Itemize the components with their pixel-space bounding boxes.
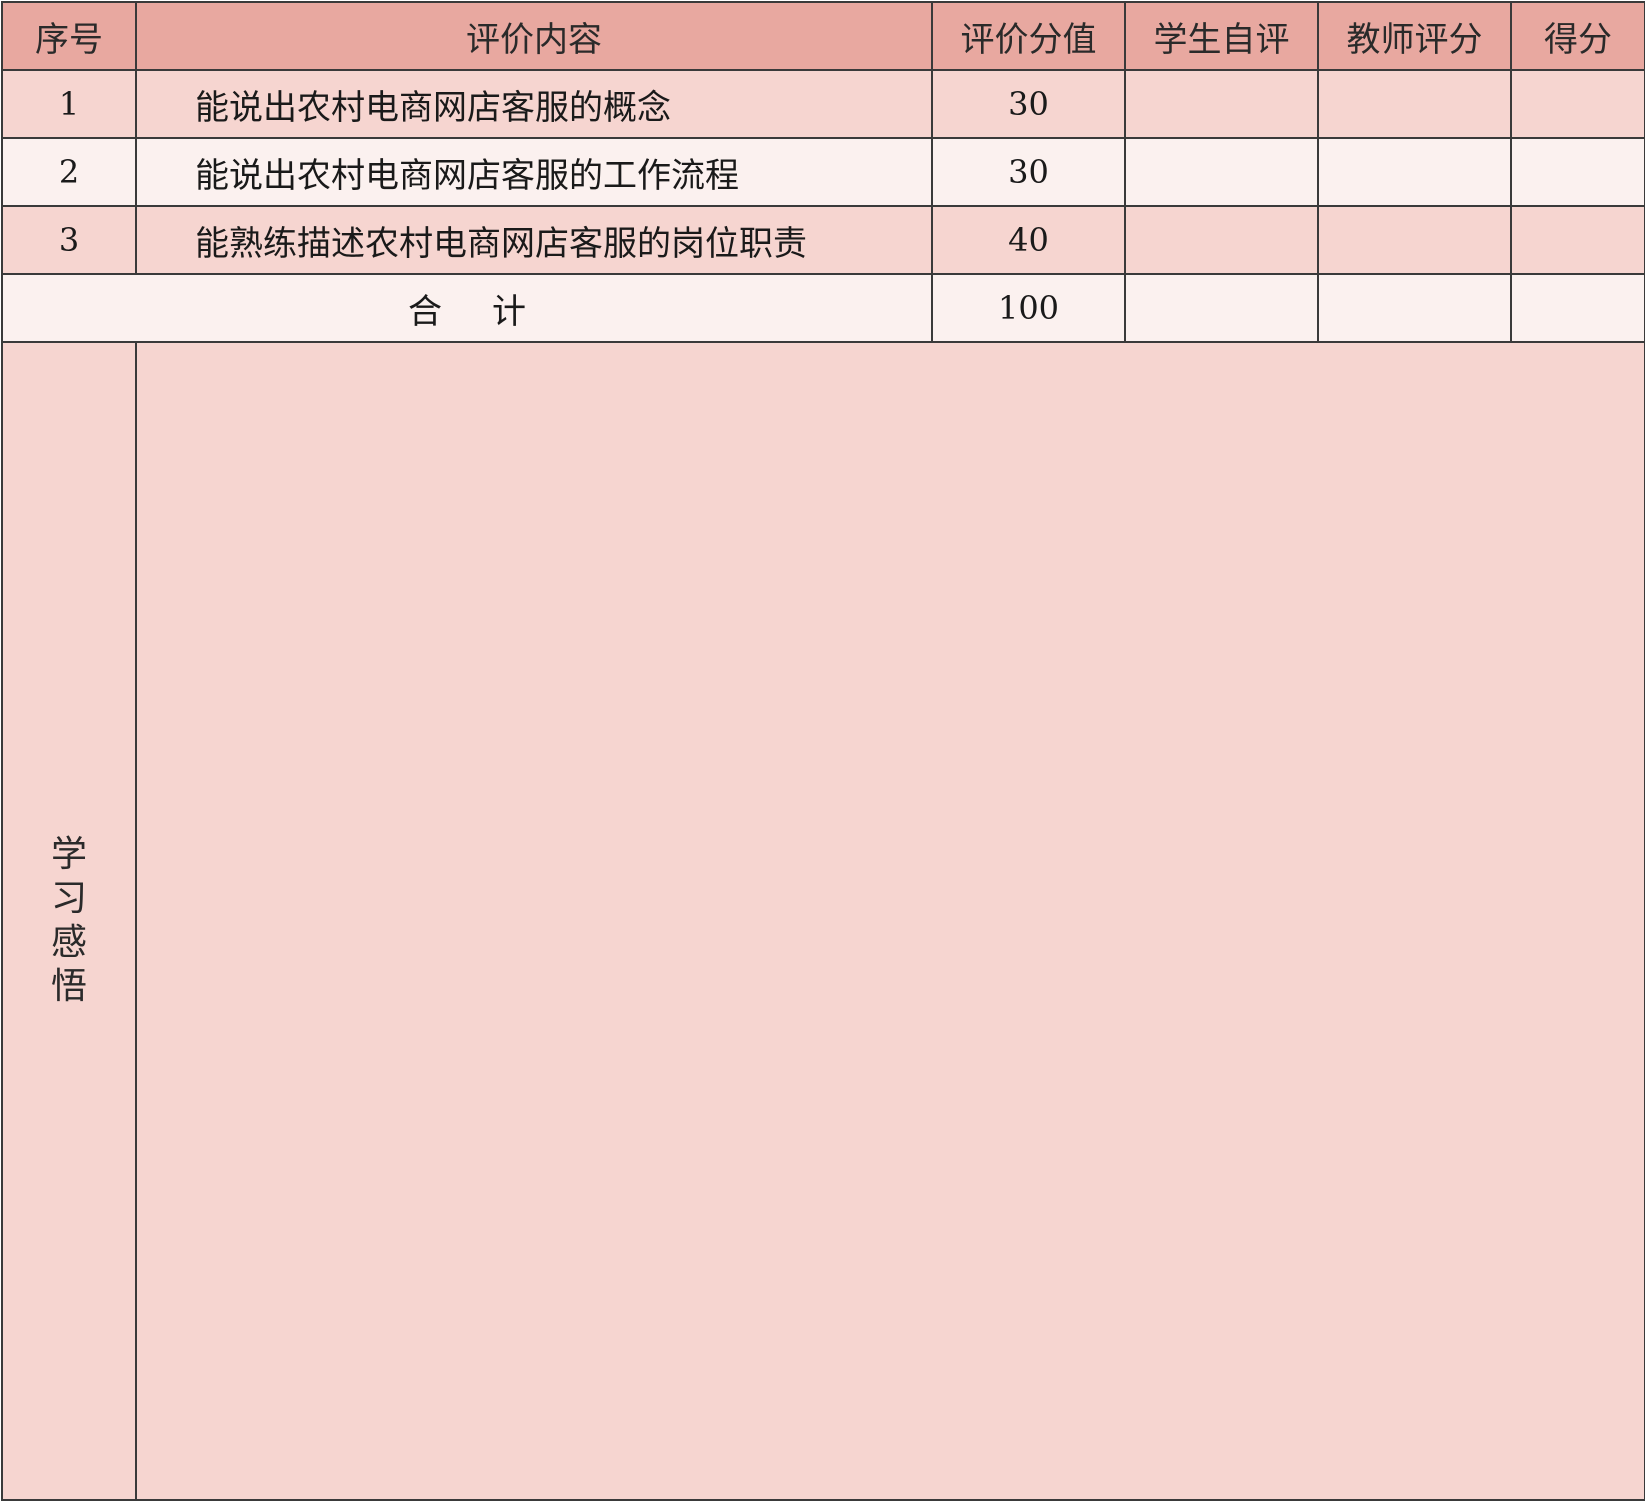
row-self-eval-cell[interactable] [1124,137,1319,207]
row-final-score-cell[interactable] [1510,69,1645,139]
reflection-label: 学习感悟 [1,341,137,1501]
row-content: 能说出农村电商网店客服的概念 [135,69,933,139]
row-index: 1 [1,69,137,139]
reflection-content-area[interactable] [135,341,1645,1501]
row-self-eval-cell[interactable] [1124,69,1319,139]
header-score: 评价分值 [931,1,1126,71]
table-row: 2 能说出农村电商网店客服的工作流程 30 [1,137,1645,207]
row-self-eval-cell[interactable] [1124,205,1319,275]
row-final-score-cell[interactable] [1510,205,1645,275]
row-teacher-eval-cell[interactable] [1317,69,1512,139]
row-final-score-cell[interactable] [1510,137,1645,207]
total-label: 合计 [1,273,933,343]
evaluation-table: 序号 评价内容 评价分值 学生自评 教师评分 得分 1 能说出农村电商网店客服的… [1,1,1645,1501]
table-row: 1 能说出农村电商网店客服的概念 30 [1,69,1645,139]
row-index: 2 [1,137,137,207]
total-label-left: 合 [408,291,442,332]
row-content: 能说出农村电商网店客服的工作流程 [135,137,933,207]
header-self-eval: 学生自评 [1124,1,1319,71]
header-index: 序号 [1,1,137,71]
table-row: 3 能熟练描述农村电商网店客服的岗位职责 40 [1,205,1645,275]
total-score: 100 [931,273,1126,343]
header-final-score: 得分 [1510,1,1645,71]
row-content: 能熟练描述农村电商网店客服的岗位职责 [135,205,933,275]
row-teacher-eval-cell[interactable] [1317,137,1512,207]
total-label-right: 计 [492,291,526,332]
table-header-row: 序号 评价内容 评价分值 学生自评 教师评分 得分 [1,1,1645,71]
total-self-eval-cell[interactable] [1124,273,1319,343]
row-index: 3 [1,205,137,275]
row-teacher-eval-cell[interactable] [1317,205,1512,275]
row-score: 30 [931,69,1126,139]
total-final-score-cell[interactable] [1510,273,1645,343]
row-score: 40 [931,205,1126,275]
header-content: 评价内容 [135,1,933,71]
total-row: 合计 100 [1,273,1645,343]
reflection-row: 学习感悟 [1,341,1645,1501]
total-teacher-eval-cell[interactable] [1317,273,1512,343]
row-score: 30 [931,137,1126,207]
header-teacher-eval: 教师评分 [1317,1,1512,71]
